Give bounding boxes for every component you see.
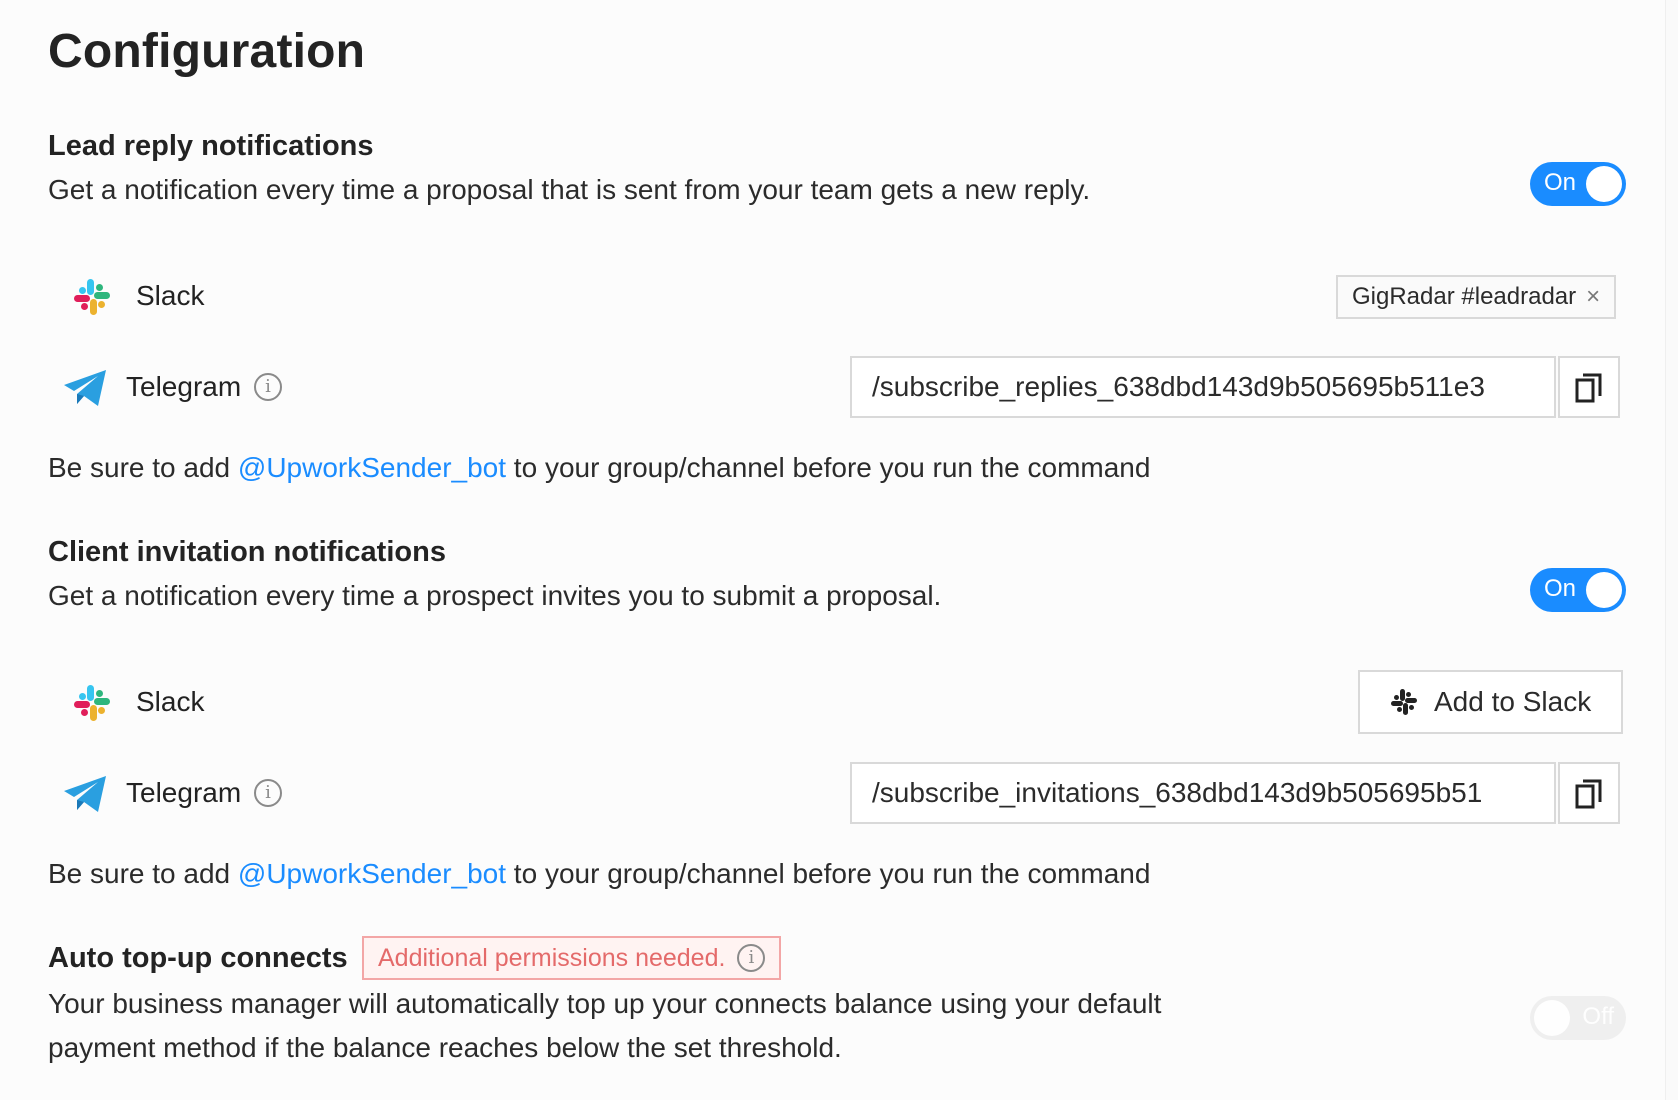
telegram-icon	[64, 370, 106, 406]
permissions-badge-label: Additional permissions needed.	[378, 943, 726, 972]
client-invitation-title: Client invitation notifications	[48, 536, 446, 568]
telegram-label: Telegram	[126, 777, 242, 808]
slack-label: Slack	[136, 686, 205, 717]
bot-link[interactable]: @UpworkSender_bot	[238, 452, 506, 483]
toggle-state-label: Off	[1582, 1003, 1614, 1030]
copy-icon	[1575, 373, 1602, 403]
client-invitation-toggle[interactable]: On	[1530, 568, 1626, 612]
scrollbar[interactable]	[1665, 0, 1678, 1100]
slack-channel-tag-label: GigRadar #leadradar	[1352, 283, 1577, 310]
copy-icon	[1575, 779, 1602, 809]
toggle-knob	[1586, 572, 1622, 608]
auto-topup-description-line2: payment method if the balance reaches be…	[48, 1032, 842, 1063]
help-suffix: to your group/channel before you run the…	[506, 858, 1151, 889]
copy-button[interactable]	[1558, 356, 1620, 418]
lead-reply-title: Lead reply notifications	[48, 130, 374, 162]
lead-reply-description: Get a notification every time a proposal…	[48, 174, 1091, 205]
slack-icon	[74, 685, 110, 721]
auto-topup-description-line1: Your business manager will automatically…	[48, 988, 1162, 1019]
help-suffix: to your group/channel before you run the…	[506, 452, 1151, 483]
bot-link[interactable]: @UpworkSender_bot	[238, 858, 506, 889]
slack-icon	[74, 279, 110, 315]
close-icon[interactable]: ×	[1586, 277, 1600, 317]
help-prefix: Be sure to add	[48, 452, 238, 483]
add-to-slack-label: Add to Slack	[1434, 686, 1592, 717]
auto-topup-toggle[interactable]: Off	[1530, 996, 1626, 1040]
toggle-state-label: On	[1544, 575, 1577, 602]
add-to-slack-button[interactable]: Add to Slack	[1358, 670, 1624, 734]
slack-label: Slack	[136, 280, 205, 311]
telegram-label: Telegram	[126, 371, 242, 402]
bot-help-text: Be sure to add @UpworkSender_bot to your…	[48, 452, 1150, 484]
slack-channel-tag[interactable]: GigRadar #leadradar ×	[1336, 275, 1617, 319]
telegram-icon	[64, 776, 106, 812]
toggle-knob	[1534, 1000, 1570, 1036]
toggle-state-label: On	[1544, 169, 1577, 196]
info-icon[interactable]: i	[254, 373, 282, 401]
help-prefix: Be sure to add	[48, 858, 238, 889]
bot-help-text: Be sure to add @UpworkSender_bot to your…	[48, 858, 1150, 890]
telegram-command-field[interactable]: /subscribe_replies_638dbd143d9b505695b51…	[850, 356, 1556, 418]
copy-button[interactable]	[1558, 762, 1620, 824]
slack-mono-icon	[1391, 689, 1417, 715]
telegram-command-field[interactable]: /subscribe_invitations_638dbd143d9b50569…	[850, 762, 1556, 824]
permissions-badge: Additional permissions needed. i	[362, 936, 782, 980]
page-title: Configuration	[48, 25, 366, 78]
configuration-page: Configuration Lead reply notifications G…	[0, 0, 1678, 1100]
client-invitation-description: Get a notification every time a prospect…	[48, 580, 942, 611]
info-icon[interactable]: i	[254, 779, 282, 807]
lead-reply-toggle[interactable]: On	[1530, 162, 1626, 206]
toggle-knob	[1586, 166, 1622, 202]
info-icon[interactable]: i	[737, 944, 766, 972]
auto-topup-title: Auto top-up connects	[48, 942, 348, 974]
